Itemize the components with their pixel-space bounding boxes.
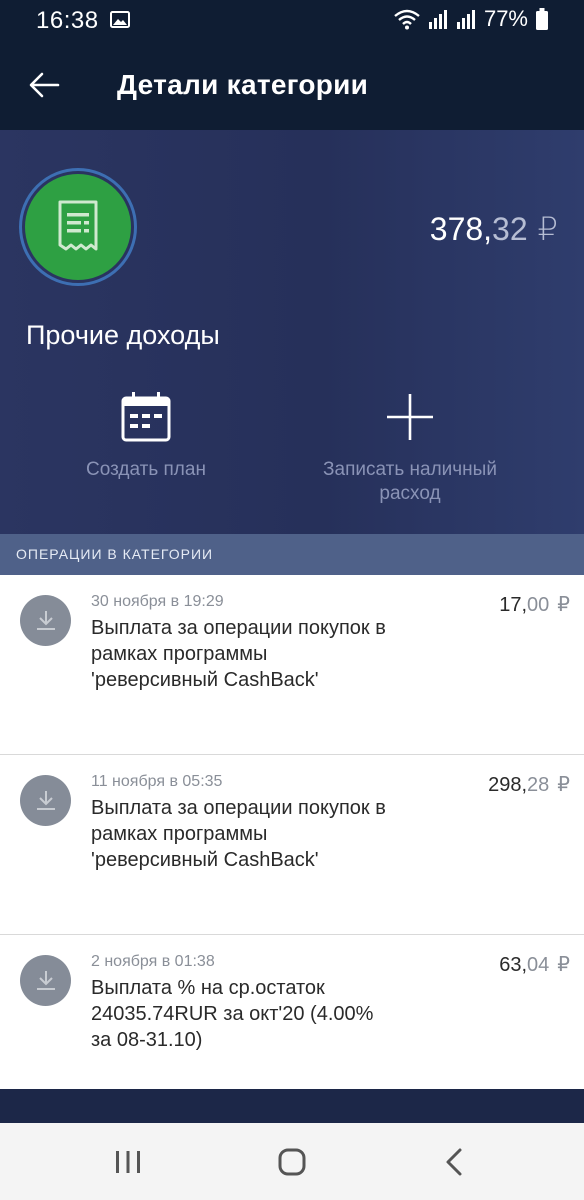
- amount-integer: 298,: [488, 774, 528, 796]
- system-navigation-bar: [0, 1123, 584, 1200]
- amount-fraction: 00: [527, 594, 550, 616]
- record-cash-label: Записать наличный расход: [323, 459, 497, 504]
- calendar-icon: [121, 392, 171, 442]
- wifi-icon: [394, 9, 420, 30]
- income-avatar: [20, 775, 71, 826]
- page-title: Детали категории: [117, 69, 369, 100]
- arrow-left-icon[interactable]: [24, 65, 64, 105]
- image-icon: [110, 11, 130, 28]
- home-icon[interactable]: [272, 1145, 312, 1179]
- download-arrow-icon: [36, 610, 55, 630]
- record-cash-expense-button[interactable]: Записать наличный расход: [300, 390, 520, 506]
- amount-fraction: 28: [527, 774, 550, 796]
- currency-sign: ₽: [557, 594, 570, 616]
- signal-icon: [428, 10, 447, 29]
- list-item[interactable]: 2 ноября в 01:38 Выплата % на ср.остаток…: [0, 935, 584, 1089]
- signal-icon: [456, 10, 475, 29]
- operation-description: Выплата за операции покупок в рамках про…: [91, 617, 386, 691]
- category-name: Прочие доходы: [26, 320, 220, 350]
- bottom-dark-strip: [0, 1089, 584, 1123]
- currency-sign: ₽: [557, 954, 570, 976]
- battery-icon: [536, 8, 548, 30]
- operation-amount: 17,00 ₽: [499, 592, 570, 617]
- operation-date: 30 ноября в 19:29: [91, 593, 224, 610]
- operation-description: Выплата % на ср.остаток 24035.74RUR за о…: [91, 977, 374, 1051]
- amount-integer: 63,: [499, 954, 528, 976]
- operation-date: 2 ноября в 01:38: [91, 953, 215, 970]
- create-plan-button[interactable]: Создать план: [40, 390, 252, 482]
- receipt-icon: [58, 200, 98, 251]
- amount-fraction: 04: [527, 954, 550, 976]
- operation-date: 11 ноября в 05:35: [91, 773, 223, 790]
- category-icon-ring: [19, 168, 137, 286]
- operations-list: 30 ноября в 19:29 Выплата за операции по…: [0, 575, 584, 1089]
- amount-integer: 378,: [429, 211, 493, 247]
- amount-fraction: 32: [492, 211, 528, 247]
- operation-amount: 63,04 ₽: [499, 952, 570, 977]
- download-arrow-icon: [36, 970, 55, 990]
- category-icon-circle: [25, 174, 131, 280]
- recent-apps-icon[interactable]: [108, 1145, 148, 1179]
- income-avatar: [20, 595, 71, 646]
- category-summary: 378,32 ₽ Прочие доходы Создать план Запис…: [0, 130, 584, 534]
- list-item[interactable]: 11 ноября в 05:35 Выплата за операции по…: [0, 755, 584, 935]
- back-icon[interactable]: [436, 1145, 476, 1179]
- currency-sign: ₽: [537, 211, 558, 247]
- amount-integer: 17,: [499, 594, 528, 616]
- operation-amount: 298,28 ₽: [488, 772, 570, 797]
- list-item[interactable]: 30 ноября в 19:29 Выплата за операции по…: [0, 575, 584, 755]
- create-plan-label: Создать план: [86, 459, 206, 480]
- download-arrow-icon: [36, 790, 55, 810]
- status-time: 16:38: [36, 7, 99, 34]
- status-right: 77%: [394, 6, 548, 32]
- category-total-amount: 378,32 ₽: [430, 210, 558, 248]
- battery-percentage: 77%: [483, 6, 528, 31]
- plus-icon: [387, 394, 433, 440]
- income-avatar: [20, 955, 71, 1006]
- currency-sign: ₽: [557, 774, 570, 796]
- section-title: ОПЕРАЦИИ В КАТЕГОРИИ: [16, 546, 214, 562]
- operation-description: Выплата за операции покупок в рамках про…: [91, 797, 386, 871]
- app-bar: Детали категории: [0, 40, 584, 130]
- status-bar: 16:38 77%: [0, 0, 584, 40]
- operations-section-header: ОПЕРАЦИИ В КАТЕГОРИИ: [0, 534, 584, 575]
